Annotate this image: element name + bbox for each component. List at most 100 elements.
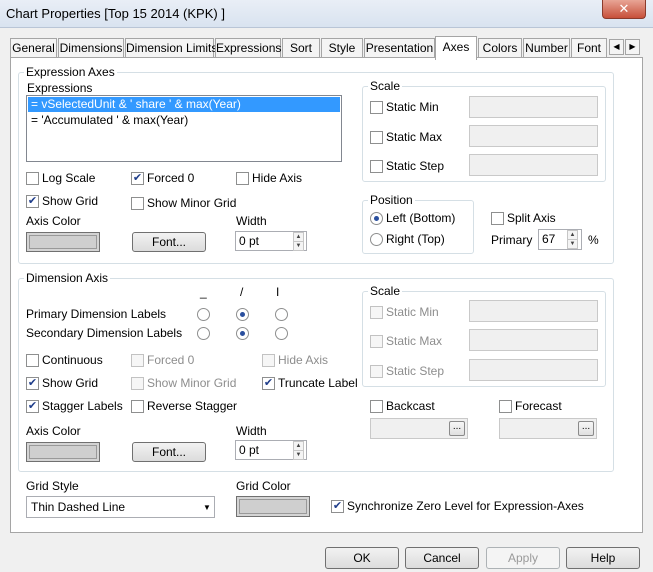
static-step-field[interactable]	[469, 154, 598, 176]
axis-color-swatch[interactable]	[26, 232, 100, 252]
dim-static-step-field[interactable]	[469, 359, 598, 381]
tab-label: Expressions	[216, 41, 282, 55]
tab-font[interactable]: Font	[571, 38, 607, 58]
tab-number[interactable]: Number	[523, 38, 570, 58]
log-scale-checkbox[interactable]	[26, 172, 39, 185]
dim-static-min-field[interactable]	[469, 300, 598, 322]
dim-width-label: Width	[236, 424, 267, 438]
position-legend: Position	[368, 193, 415, 207]
forecast-label: Forecast	[515, 399, 562, 413]
grid-color-swatch[interactable]	[236, 496, 310, 517]
dim-width-value: 0 pt	[239, 443, 260, 457]
dim-static-max-checkbox[interactable]	[370, 335, 383, 348]
show-minor-grid-checkbox[interactable]	[131, 197, 144, 210]
dim-hide-axis-checkbox[interactable]	[262, 354, 275, 367]
dim-static-max-field[interactable]	[469, 329, 598, 351]
tab-label: Dimension Limits	[126, 41, 218, 55]
primary-vertical-radio[interactable]	[275, 308, 288, 321]
hide-axis-label: Hide Axis	[252, 171, 303, 185]
expressions-label: Expressions	[27, 81, 93, 95]
tab-label: Font	[576, 41, 601, 55]
dim-static-step-checkbox[interactable]	[370, 365, 383, 378]
tab-dimensions[interactable]: Dimensions	[58, 38, 124, 58]
sync-zero-checkbox[interactable]: ✔	[331, 500, 344, 513]
static-min-field[interactable]	[469, 96, 598, 118]
window-title: Chart Properties [Top 15 2014 (KPK) ]	[6, 6, 225, 21]
primary-horizontal-radio[interactable]	[197, 308, 210, 321]
close-button[interactable]: ✕	[602, 0, 646, 19]
split-axis-checkbox[interactable]	[491, 212, 504, 225]
left-bottom-label: Left (Bottom)	[386, 211, 456, 225]
tab-axes[interactable]: Axes	[435, 36, 477, 60]
secondary-vertical-radio[interactable]	[275, 327, 288, 340]
tab-colors[interactable]: Colors	[478, 38, 522, 58]
tab-dimension-limits[interactable]: Dimension Limits	[125, 38, 218, 58]
dim-show-grid-checkbox[interactable]: ✔	[26, 377, 39, 390]
tab-general[interactable]: General	[10, 38, 57, 58]
truncate-label-checkbox[interactable]: ✔	[262, 377, 275, 390]
backcast-checkbox[interactable]	[370, 400, 383, 413]
dim-forced-0-label: Forced 0	[147, 353, 195, 367]
forecast-expression-button[interactable]: ...	[578, 421, 594, 436]
spin-down-icon[interactable]: ▼	[567, 239, 578, 249]
help-button[interactable]: Help	[566, 547, 640, 569]
dim-static-min-checkbox[interactable]	[370, 306, 383, 319]
secondary-horizontal-radio[interactable]	[197, 327, 210, 340]
dim-font-button[interactable]: Font...	[132, 442, 206, 462]
ok-button[interactable]: OK	[325, 547, 399, 569]
static-min-label: Static Min	[386, 100, 439, 114]
static-min-checkbox[interactable]	[370, 101, 383, 114]
dim-show-minor-grid-checkbox[interactable]	[131, 377, 144, 390]
dim-hide-axis-label: Hide Axis	[278, 353, 329, 367]
width-value: 0 pt	[239, 234, 260, 248]
tab-label: General	[12, 41, 55, 55]
tab-expressions[interactable]: Expressions	[215, 38, 281, 58]
tab-sort[interactable]: Sort	[282, 38, 320, 58]
grid-style-select[interactable]: Thin Dashed Line	[26, 496, 215, 518]
dim-axis-color-swatch[interactable]	[26, 442, 100, 462]
backcast-label: Backcast	[386, 399, 435, 413]
cancel-button[interactable]: Cancel	[405, 547, 479, 569]
tab-presentation[interactable]: Presentation	[364, 38, 435, 58]
stagger-labels-label: Stagger Labels	[42, 399, 123, 413]
list-item[interactable]: = 'Accumulated ' & max(Year)	[28, 113, 340, 128]
static-max-checkbox[interactable]	[370, 131, 383, 144]
left-bottom-radio[interactable]	[370, 212, 383, 225]
expression-scale-legend: Scale	[368, 79, 403, 93]
static-max-field[interactable]	[469, 125, 598, 147]
tab-scroll-left-icon[interactable]: ◀	[609, 39, 624, 55]
backcast-expression-button[interactable]: ...	[449, 421, 465, 436]
right-top-radio[interactable]	[370, 233, 383, 246]
truncate-label-label: Truncate Label	[278, 376, 358, 390]
tab-scroll-right-icon[interactable]: ▶	[625, 39, 640, 55]
continuous-checkbox[interactable]	[26, 354, 39, 367]
sync-zero-label: Synchronize Zero Level for Expression-Ax…	[347, 499, 584, 513]
grid-color-label: Grid Color	[236, 479, 291, 493]
spin-down-icon[interactable]: ▼	[293, 241, 304, 251]
font-button[interactable]: Font...	[132, 232, 206, 252]
forced-0-checkbox[interactable]: ✔	[131, 172, 144, 185]
spin-down-icon[interactable]: ▼	[293, 450, 304, 460]
dim-static-max-label: Static Max	[386, 334, 443, 348]
dim-forced-0-checkbox[interactable]	[131, 354, 144, 367]
reverse-stagger-checkbox[interactable]	[131, 400, 144, 413]
static-step-checkbox[interactable]	[370, 160, 383, 173]
primary-diagonal-radio[interactable]	[236, 308, 249, 321]
show-minor-grid-label: Show Minor Grid	[147, 196, 237, 210]
title-bar: Chart Properties [Top 15 2014 (KPK) ]	[0, 0, 653, 28]
hide-axis-checkbox[interactable]	[236, 172, 249, 185]
forecast-checkbox[interactable]	[499, 400, 512, 413]
apply-button[interactable]: Apply	[486, 547, 560, 569]
expressions-list[interactable]: = vSelectedUnit & ' share ' & max(Year) …	[26, 95, 342, 162]
show-grid-checkbox[interactable]: ✔	[26, 195, 39, 208]
tab-label: Colors	[482, 41, 518, 55]
stagger-labels-checkbox[interactable]: ✔	[26, 400, 39, 413]
secondary-diagonal-radio[interactable]	[236, 327, 249, 340]
dim-axis-color-label: Axis Color	[26, 424, 81, 438]
tab-label: Style	[328, 41, 356, 55]
list-item[interactable]: = vSelectedUnit & ' share ' & max(Year)	[28, 97, 340, 112]
chevron-down-icon: ▼	[203, 503, 211, 512]
tab-label: Axes	[442, 40, 470, 54]
dim-static-min-label: Static Min	[386, 305, 439, 319]
tab-style[interactable]: Style	[321, 38, 363, 58]
